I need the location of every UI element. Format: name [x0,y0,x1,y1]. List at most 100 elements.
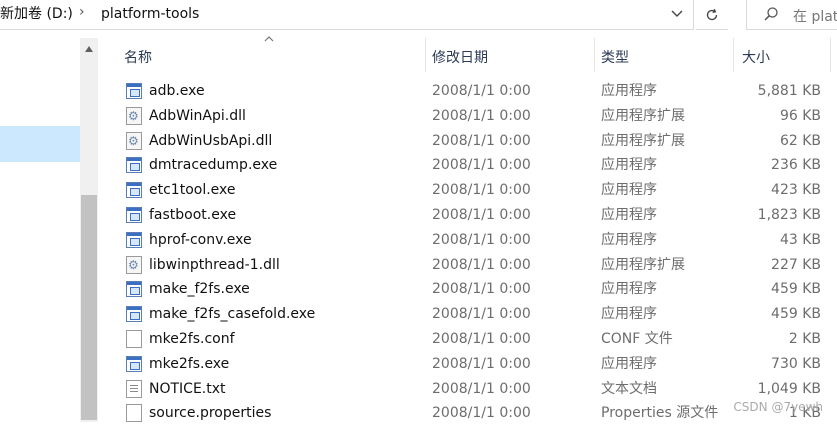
file-name[interactable]: fastboot.exe [149,206,236,224]
file-date: 2008/1/1 0:00 [432,355,531,372]
file-size: 5,881 KB [757,83,821,99]
file-row[interactable]: source.properties 2008/1/1 0:00 Properti… [0,401,837,426]
file-type: 应用程序 [601,83,657,99]
refresh-icon [706,8,718,20]
file-size: 459 KB [771,281,821,298]
file-date: 2008/1/1 0:00 [432,331,531,347]
file-size: 62 KB [779,132,821,149]
file-name[interactable]: AdbWinApi.dll [149,107,246,125]
column-header-date[interactable]: 修改日期 [426,38,594,72]
scroll-up-arrow-icon[interactable] [85,46,93,52]
file-type: 应用程序 [601,231,657,248]
column-header-date-label: 修改日期 [432,50,488,66]
file-size: 227 KB [771,256,821,273]
file-size: 96 KB [779,107,821,124]
search-box[interactable]: 在 platf [746,0,837,30]
dll-icon [126,255,142,274]
file-date: 2008/1/1 0:00 [432,380,531,397]
file-date: 2008/1/1 0:00 [432,132,531,149]
breadcrumb-drive[interactable]: 新加卷 (D:) [0,5,73,23]
file-name[interactable]: adb.exe [149,82,205,100]
exe-icon [126,231,142,248]
address-history-dropdown-button[interactable] [664,3,690,25]
file-name[interactable]: make_f2fs_casefold.exe [149,305,315,323]
file-type: 应用程序扩展 [601,132,685,149]
column-divider[interactable] [830,38,831,72]
file-date: 2008/1/1 0:00 [432,231,531,248]
file-date: 2008/1/1 0:00 [432,83,531,99]
file-size: 730 KB [771,355,821,372]
file-type: 文本文档 [601,380,657,397]
breadcrumb-separator-icon[interactable]: › [79,4,85,20]
file-name[interactable]: hprof-conv.exe [149,231,252,249]
file-date: 2008/1/1 0:00 [432,306,531,323]
file-type: 应用程序 [601,355,657,372]
file-type: 应用程序 [601,281,657,298]
file-name[interactable]: make_f2fs.exe [149,280,250,298]
column-header-size[interactable]: 大小 [734,38,830,72]
file-size: 236 KB [771,157,821,174]
exe-icon [126,83,142,99]
exe-icon [126,182,142,199]
exe-icon [126,157,142,174]
file-icon [126,330,142,348]
file-name[interactable]: etc1tool.exe [149,181,236,199]
search-placeholder[interactable]: 在 platf [793,6,837,26]
file-size: 1,823 KB [757,207,821,223]
file-type: Properties 源文件 [601,405,719,422]
file-type: 应用程序扩展 [601,256,685,273]
file-type: 应用程序 [601,207,657,223]
file-type: 应用程序扩展 [601,107,685,124]
column-header-type-label: 类型 [601,50,629,66]
file-icon [126,404,142,423]
refresh-button[interactable] [696,0,728,30]
file-date: 2008/1/1 0:00 [432,405,531,422]
column-header-type[interactable]: 类型 [595,38,733,72]
file-size: 459 KB [771,306,821,323]
column-header-size-label: 大小 [742,50,770,66]
file-row[interactable]: AdbWinUsbApi.dll 2008/1/1 0:00 应用程序扩展 62… [0,129,837,154]
sort-ascending-icon [264,36,274,42]
search-icon [764,7,778,21]
file-date: 2008/1/1 0:00 [432,182,531,199]
file-row[interactable]: fastboot.exe 2008/1/1 0:00 应用程序 1,823 KB [0,203,837,228]
file-row[interactable]: dmtracedump.exe 2008/1/1 0:00 应用程序 236 K… [0,153,837,178]
file-date: 2008/1/1 0:00 [432,107,531,124]
file-row[interactable]: NOTICE.txt 2008/1/1 0:00 文本文档 1,049 KB [0,377,837,402]
file-size: 2 KB [788,331,821,347]
file-date: 2008/1/1 0:00 [432,157,531,174]
file-row[interactable]: mke2fs.conf 2008/1/1 0:00 CONF 文件 2 KB [0,327,837,352]
file-row[interactable]: adb.exe 2008/1/1 0:00 应用程序 5,881 KB [0,79,837,104]
file-name[interactable]: dmtracedump.exe [149,156,277,174]
file-size: 423 KB [771,182,821,199]
file-name[interactable]: mke2fs.exe [149,355,229,373]
column-header-name-label: 名称 [124,50,152,66]
file-row[interactable]: etc1tool.exe 2008/1/1 0:00 应用程序 423 KB [0,178,837,203]
address-bar[interactable]: 新加卷 (D:) › platform-tools [0,0,694,30]
file-name[interactable]: AdbWinUsbApi.dll [149,132,272,150]
exe-icon [126,355,142,372]
file-name[interactable]: mke2fs.conf [149,330,235,348]
file-name[interactable]: NOTICE.txt [149,380,226,398]
file-type: 应用程序 [601,306,657,323]
file-row[interactable]: libwinpthread-1.dll 2008/1/1 0:00 应用程序扩展… [0,253,837,278]
exe-icon [126,306,142,323]
file-row[interactable]: mke2fs.exe 2008/1/1 0:00 应用程序 730 KB [0,352,837,377]
exe-icon [126,281,142,298]
file-date: 2008/1/1 0:00 [432,207,531,223]
exe-icon [126,207,142,223]
breadcrumb-folder[interactable]: platform-tools [101,5,199,23]
file-type: CONF 文件 [601,331,673,347]
file-name[interactable]: libwinpthread-1.dll [149,256,280,274]
dll-icon [126,131,142,150]
file-row[interactable]: make_f2fs.exe 2008/1/1 0:00 应用程序 459 KB [0,277,837,302]
chevron-down-icon [671,10,683,17]
file-name[interactable]: source.properties [149,404,271,422]
dll-icon [126,106,142,125]
column-header-name[interactable]: 名称 [98,38,425,72]
file-row[interactable]: AdbWinApi.dll 2008/1/1 0:00 应用程序扩展 96 KB [0,104,837,129]
file-row[interactable]: make_f2fs_casefold.exe 2008/1/1 0:00 应用程… [0,302,837,327]
file-row[interactable]: hprof-conv.exe 2008/1/1 0:00 应用程序 43 KB [0,228,837,253]
csdn-watermark: CSDN @7yewh [733,400,823,414]
text-file-icon [126,379,142,398]
